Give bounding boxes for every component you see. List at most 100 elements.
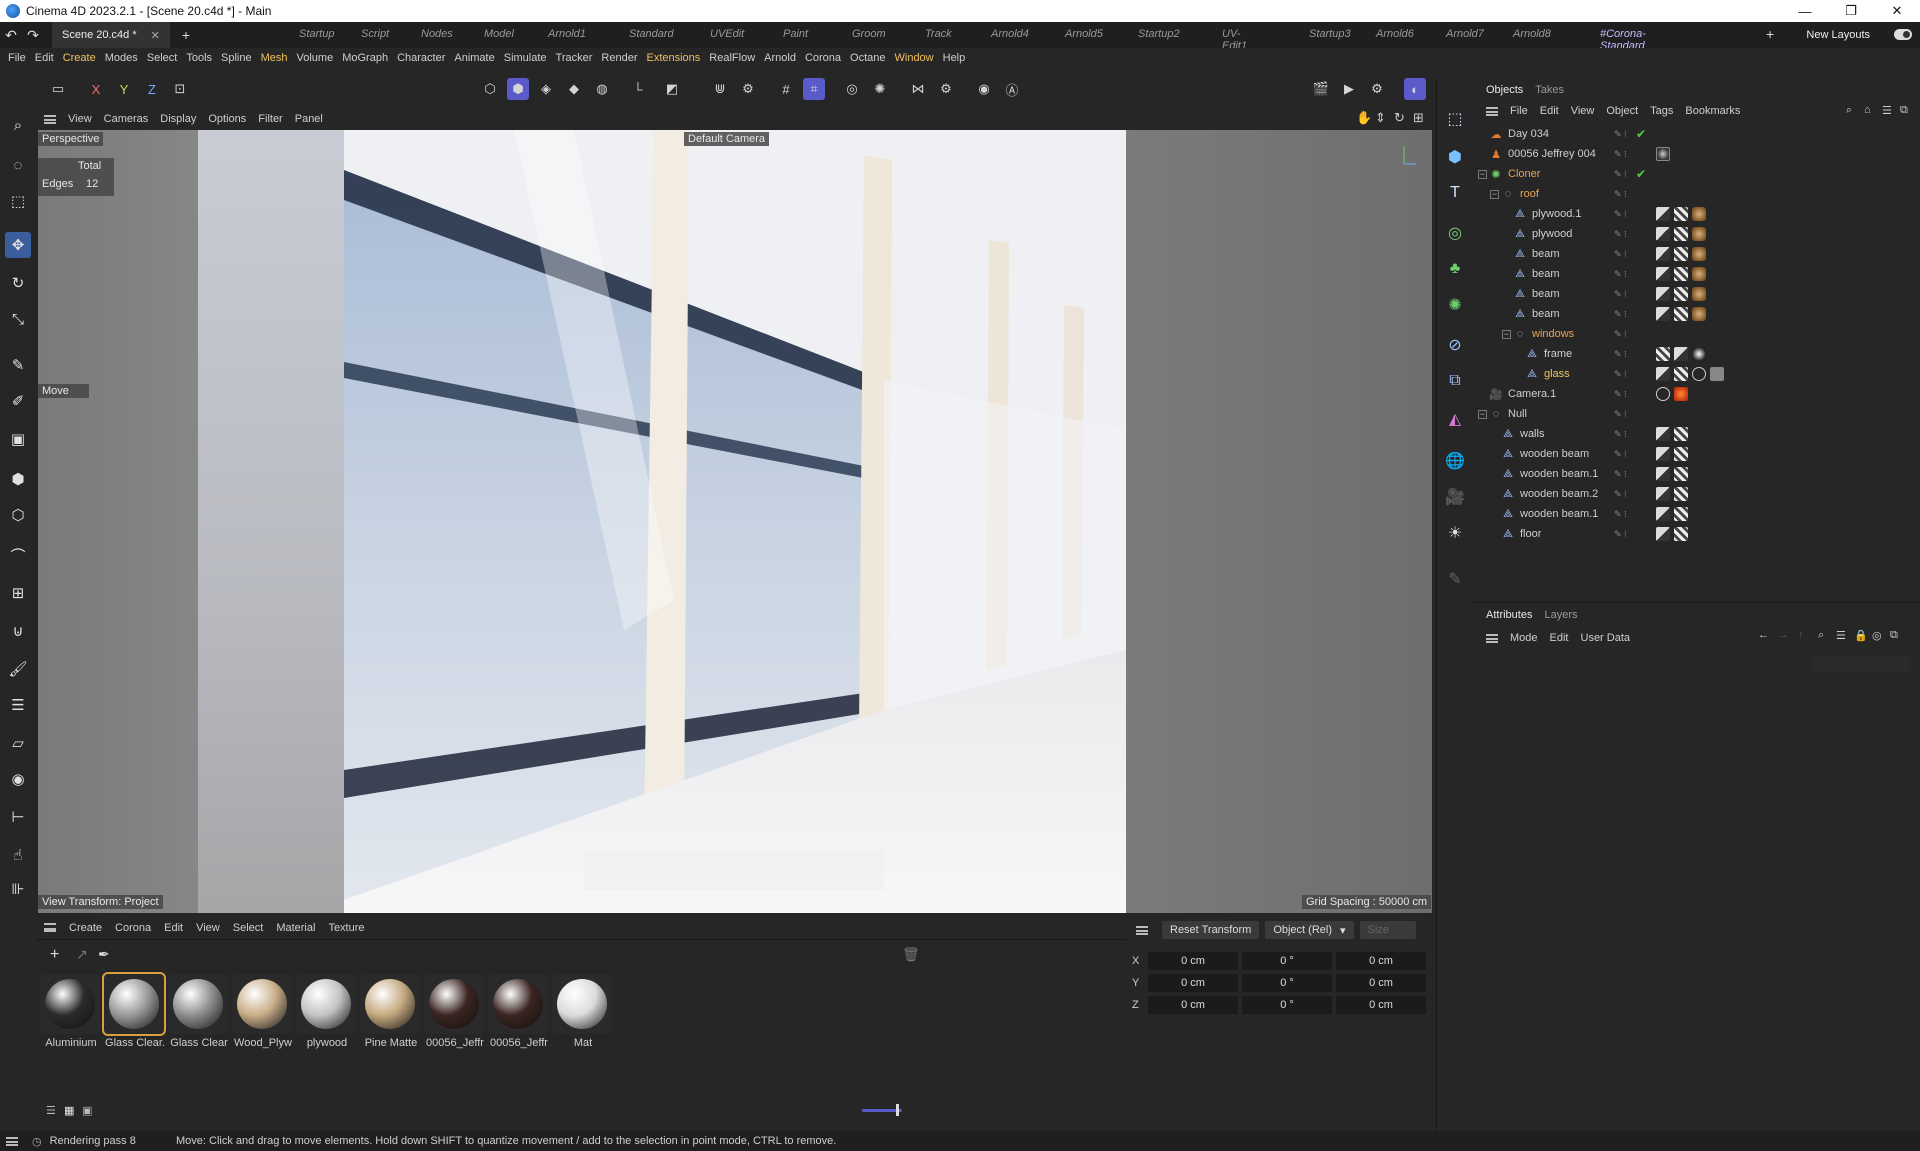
- material-swatch[interactable]: Mat: [552, 974, 614, 1049]
- visibility-dots-icon[interactable]: ✎ ⁝: [1614, 209, 1627, 220]
- bend-deformer-icon[interactable]: ⌒: [5, 542, 31, 568]
- object-row[interactable]: ⟁ glass ✎ ⁝: [1474, 364, 1920, 384]
- attribute-menu-item[interactable]: Mode: [1510, 632, 1538, 644]
- object-row[interactable]: ⟁ wooden beam.2 ✎ ⁝: [1474, 484, 1920, 504]
- position-field[interactable]: 0 cm: [1148, 952, 1238, 970]
- viewport-menu-icon[interactable]: [44, 114, 56, 124]
- mograph-cloner-icon[interactable]: ♣: [1442, 256, 1468, 282]
- material-menu-item[interactable]: Material: [276, 922, 315, 934]
- object-tag-icon[interactable]: [1692, 287, 1706, 301]
- object-name[interactable]: Camera.1: [1508, 388, 1556, 400]
- visibility-dots-icon[interactable]: ✎ ⁝: [1614, 449, 1627, 460]
- visibility-dots-icon[interactable]: ✎ ⁝: [1614, 529, 1627, 540]
- object-tag-icon[interactable]: [1656, 347, 1670, 361]
- 3d-viewport[interactable]: Perspective Default Camera Total Edges 1…: [38, 130, 1432, 913]
- object-tag-icon[interactable]: [1692, 227, 1706, 241]
- layout-tab[interactable]: Arnold8: [1513, 28, 1551, 40]
- object-row[interactable]: ⟁ wooden beam.1 ✎ ⁝: [1474, 464, 1920, 484]
- layout-tab[interactable]: Arnold7: [1446, 28, 1484, 40]
- grid-view-icon[interactable]: ▦: [64, 1104, 74, 1117]
- object-mode-icon[interactable]: ⬢: [507, 78, 529, 100]
- object-tag-icon[interactable]: [1656, 487, 1670, 501]
- material-swatch[interactable]: Glass Clear.: [102, 972, 166, 1049]
- menu-item[interactable]: Corona: [805, 52, 841, 64]
- filter-icon[interactable]: ☰: [1836, 629, 1846, 642]
- viewport-menu-item[interactable]: Options: [208, 113, 246, 125]
- snap-settings-icon[interactable]: ⚙: [737, 78, 759, 100]
- visibility-dots-icon[interactable]: ✎ ⁝: [1614, 189, 1627, 200]
- scale-tool-icon[interactable]: ⤡: [5, 306, 31, 332]
- visibility-dots-icon[interactable]: ✎ ⁝: [1614, 249, 1627, 260]
- object-tag-icon[interactable]: [1656, 227, 1670, 241]
- object-tag-icon[interactable]: [1656, 507, 1670, 521]
- material-menu-item[interactable]: Create: [69, 922, 102, 934]
- object-name[interactable]: wooden beam.2: [1520, 488, 1598, 500]
- object-name[interactable]: windows: [1532, 328, 1574, 340]
- object-tag-icon[interactable]: [1674, 487, 1688, 501]
- layers-icon[interactable]: ☰: [5, 692, 31, 718]
- object-row[interactable]: ⟁ beam ✎ ⁝: [1474, 304, 1920, 324]
- sketch-icon[interactable]: ✐: [5, 388, 31, 414]
- viewport-menu-item[interactable]: Panel: [295, 113, 323, 125]
- search-icon[interactable]: ⌕: [1846, 104, 1852, 117]
- attribute-menu-icon[interactable]: [1486, 633, 1498, 643]
- light-object-icon[interactable]: ☀: [1442, 520, 1468, 546]
- paint-icon[interactable]: ✎: [1442, 566, 1468, 592]
- visibility-dots-icon[interactable]: ✎ ⁝: [1614, 289, 1627, 300]
- visibility-dots-icon[interactable]: ✎ ⁝: [1614, 129, 1627, 140]
- visibility-dots-icon[interactable]: ✎ ⁝: [1614, 369, 1627, 380]
- object-tag-icon[interactable]: [1692, 307, 1706, 321]
- object-tag-icon[interactable]: [1674, 287, 1688, 301]
- object-menu-item[interactable]: Bookmarks: [1685, 105, 1740, 117]
- object-tag-icon[interactable]: [1674, 467, 1688, 481]
- panel-tab[interactable]: Attributes: [1486, 609, 1532, 621]
- object-tag-icon[interactable]: [1656, 147, 1670, 161]
- add-material-icon[interactable]: +: [50, 946, 59, 964]
- object-tag-icon[interactable]: [1656, 387, 1670, 401]
- connect-icon[interactable]: ⊞: [5, 580, 31, 606]
- material-swatch[interactable]: Pine Matte: [360, 974, 422, 1049]
- move-tool-icon[interactable]: ✥: [5, 232, 31, 258]
- object-row[interactable]: − ✺ Cloner ✎ ⁝ ✔: [1474, 164, 1920, 184]
- back-arrow-icon[interactable]: ←: [1758, 629, 1769, 641]
- object-row[interactable]: ⟁ wooden beam ✎ ⁝: [1474, 444, 1920, 464]
- layout-tab[interactable]: Script: [361, 28, 389, 40]
- render-view-icon[interactable]: 🎬: [1310, 78, 1332, 100]
- object-tag-icon[interactable]: [1692, 247, 1706, 261]
- object-row[interactable]: ⟁ beam ✎ ⁝: [1474, 264, 1920, 284]
- object-name[interactable]: beam: [1532, 308, 1560, 320]
- object-tag-icon[interactable]: [1674, 207, 1688, 221]
- rotation-field[interactable]: 0 °: [1242, 974, 1332, 992]
- object-tag-icon[interactable]: [1692, 267, 1706, 281]
- layout-tab[interactable]: Paint: [783, 28, 808, 40]
- search-icon[interactable]: ⌕: [5, 112, 31, 138]
- material-swatch[interactable]: 00056_Jeffr: [424, 974, 486, 1049]
- object-tag-icon[interactable]: [1710, 367, 1724, 381]
- rotation-field[interactable]: 0 °: [1242, 996, 1332, 1014]
- object-name[interactable]: beam: [1532, 248, 1560, 260]
- menu-item[interactable]: Octane: [850, 52, 885, 64]
- object-tag-icon[interactable]: [1692, 347, 1706, 361]
- object-name[interactable]: wooden beam.1: [1520, 508, 1598, 520]
- layout-tab[interactable]: Track: [925, 28, 952, 40]
- render-to-picture-viewer-icon[interactable]: ▶: [1338, 78, 1360, 100]
- tweak-icon[interactable]: ☝: [5, 842, 31, 868]
- expand-toggle-icon[interactable]: −: [1490, 189, 1499, 199]
- layout-tab[interactable]: Nodes: [421, 28, 453, 40]
- interactive-render-icon[interactable]: ◐: [1404, 78, 1426, 100]
- visibility-dots-icon[interactable]: ✎ ⁝: [1614, 349, 1627, 360]
- menu-item[interactable]: Tracker: [556, 52, 593, 64]
- edge-mode-icon[interactable]: ◆: [563, 78, 585, 100]
- axis-z-lock[interactable]: Z: [141, 78, 163, 100]
- menu-item[interactable]: Character: [397, 52, 445, 64]
- generator-icon[interactable]: ◎: [1442, 220, 1468, 246]
- coordinates-menu-icon[interactable]: [1136, 925, 1148, 935]
- render-settings-icon[interactable]: ⚙: [1366, 78, 1388, 100]
- menu-item[interactable]: Animate: [454, 52, 494, 64]
- home-icon[interactable]: ⌂: [1864, 104, 1871, 116]
- object-row[interactable]: ⟁ floor ✎ ⁝: [1474, 524, 1920, 544]
- object-row[interactable]: ⟁ plywood ✎ ⁝: [1474, 224, 1920, 244]
- visibility-dots-icon[interactable]: ✎ ⁝: [1614, 409, 1627, 420]
- search-icon[interactable]: ⌕: [1818, 629, 1824, 642]
- menu-item[interactable]: Modes: [105, 52, 138, 64]
